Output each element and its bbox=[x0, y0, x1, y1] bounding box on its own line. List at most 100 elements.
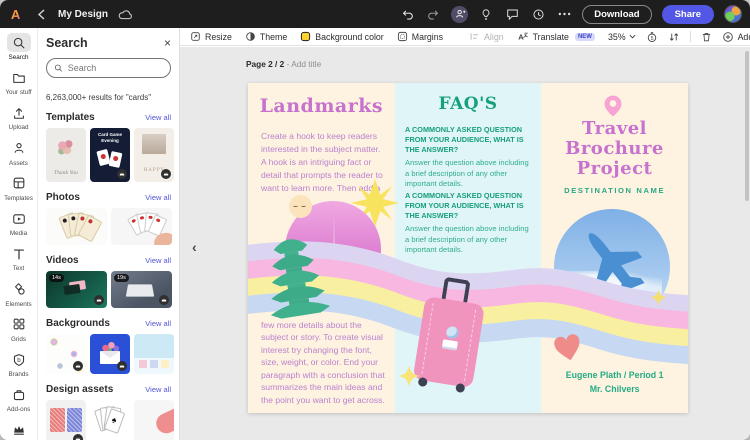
download-button[interactable]: Download bbox=[582, 4, 652, 24]
hand-art bbox=[152, 407, 174, 437]
search-panel: Search × 6,263,000+ results for "cards" … bbox=[38, 28, 180, 440]
sidebar-item-add-ons[interactable]: Add-ons bbox=[0, 385, 38, 413]
photos-view-all-link[interactable]: View all bbox=[145, 193, 171, 202]
zoom-level-value: 35% bbox=[607, 31, 626, 42]
translate-icon: A bbox=[518, 32, 528, 41]
user-avatar[interactable] bbox=[724, 5, 742, 23]
section-photos-title: Photos bbox=[46, 192, 80, 203]
search-panel-title: Search bbox=[46, 36, 88, 50]
ideas-lightbulb-icon[interactable] bbox=[478, 6, 494, 22]
redo-icon[interactable] bbox=[425, 6, 441, 22]
page-title-hint[interactable]: - Add title bbox=[287, 59, 322, 69]
translate-button[interactable]: A Translate NEW bbox=[517, 31, 595, 42]
zoom-level-control[interactable]: 35% bbox=[608, 32, 636, 42]
resize-button[interactable]: Resize bbox=[190, 31, 232, 42]
invite-people-icon[interactable] bbox=[451, 5, 469, 23]
video-thumb-laptop[interactable]: 19s bbox=[111, 271, 172, 308]
page-timer-button[interactable]: 5 bbox=[646, 31, 658, 43]
search-input[interactable] bbox=[67, 63, 163, 73]
template-thumb-card-game-evening[interactable]: Card Game Evening bbox=[90, 128, 130, 182]
context-toolbar: Resize Theme Background color Margins Al… bbox=[180, 28, 750, 46]
sidebar-item-upload[interactable]: Upload bbox=[0, 103, 38, 131]
premium-crown-badge bbox=[73, 434, 83, 440]
location-pin-icon bbox=[604, 95, 622, 117]
results-count: 6,263,000+ results for "cards" bbox=[46, 93, 152, 102]
left-rail: Search Your stuff Upload Assets Template… bbox=[0, 28, 38, 440]
premium-crown-badge bbox=[73, 361, 83, 371]
more-options-icon[interactable] bbox=[556, 6, 572, 22]
premium-crown-badge bbox=[117, 361, 127, 371]
design-assets-view-all-link[interactable]: View all bbox=[145, 385, 171, 394]
asset-thumb-ace-of-spades-fan[interactable]: ♠ bbox=[90, 400, 130, 440]
background-thumb-flower-envelope[interactable] bbox=[90, 334, 130, 374]
background-thumb-rainbow-pattern[interactable] bbox=[46, 334, 86, 374]
flowers-art bbox=[57, 140, 75, 156]
asset-thumb-pink-hand[interactable] bbox=[134, 400, 174, 440]
photo-art bbox=[142, 134, 166, 154]
photo-thumb-playing-cards[interactable] bbox=[46, 208, 107, 245]
credits-text[interactable]: Eugene Plath / Period 1 Mr. Chilvers bbox=[541, 369, 688, 396]
app-window: A My Design Download Share Search Your s… bbox=[0, 0, 750, 440]
pagoda-art[interactable] bbox=[258, 229, 333, 324]
sidebar-item-templates[interactable]: Templates bbox=[0, 174, 38, 202]
sidebar-item-your-stuff[interactable]: Your stuff bbox=[0, 68, 38, 96]
canvas[interactable]: Page 2 / 2 - Add title ‹ Landmarks Creat… bbox=[180, 47, 750, 440]
template-thumb-happy-card[interactable]: HAPPY bbox=[134, 128, 174, 182]
sidebar-item-grids[interactable]: Grids bbox=[0, 315, 38, 343]
destination-name-label[interactable]: DESTINATION NAME bbox=[541, 186, 688, 195]
back-chevron-icon[interactable] bbox=[33, 6, 49, 22]
templates-view-all-link[interactable]: View all bbox=[145, 113, 171, 122]
templates-icon bbox=[7, 174, 31, 193]
landmarks-paragraph-2[interactable]: few more details about the subject or st… bbox=[261, 319, 387, 406]
align-button[interactable]: Align bbox=[469, 31, 504, 42]
premium-crown-icon bbox=[7, 421, 31, 440]
share-button[interactable]: Share bbox=[661, 4, 714, 24]
assets-icon bbox=[7, 139, 31, 158]
previous-page-chevron[interactable]: ‹ bbox=[192, 239, 197, 255]
sidebar-item-elements[interactable]: Elements bbox=[0, 280, 38, 308]
travel-brochure-title[interactable]: Travel Brochure Project bbox=[544, 118, 685, 179]
backgrounds-view-all-link[interactable]: View all bbox=[145, 319, 171, 328]
asset-thumb-card-backs[interactable] bbox=[46, 400, 86, 440]
premium-crown-badge bbox=[117, 169, 127, 179]
background-color-button[interactable]: Background color bbox=[300, 31, 384, 42]
brochure-page[interactable]: Landmarks Create a hook to keep readers … bbox=[248, 83, 688, 413]
videos-view-all-link[interactable]: View all bbox=[145, 256, 171, 265]
timer-icon: 5 bbox=[647, 31, 656, 42]
page-meta[interactable]: Page 2 / 2 - Add title bbox=[246, 59, 321, 69]
delete-page-button[interactable] bbox=[701, 31, 712, 43]
theme-button[interactable]: Theme bbox=[245, 31, 287, 42]
undo-icon[interactable] bbox=[399, 6, 415, 22]
template-thumb-thank-you-card[interactable]: Thank You bbox=[46, 128, 86, 182]
sidebar-item-assets[interactable]: Assets bbox=[0, 139, 38, 167]
sidebar-item-media[interactable]: Media bbox=[0, 209, 38, 237]
margins-button[interactable]: Margins bbox=[397, 31, 443, 42]
sidebar-item-text[interactable]: Text bbox=[0, 244, 38, 272]
search-icon bbox=[6, 33, 31, 52]
sidebar-item-search[interactable]: Search bbox=[0, 33, 38, 61]
premium-crown-badge bbox=[159, 295, 169, 305]
resize-icon bbox=[191, 32, 200, 41]
svg-text:A: A bbox=[10, 7, 20, 22]
add-icon bbox=[722, 31, 733, 42]
adobe-express-logo-icon[interactable]: A bbox=[8, 6, 24, 22]
video-thumb-card-table[interactable]: 14s bbox=[46, 271, 107, 308]
page-number-label: Page 2 / 2 bbox=[246, 59, 285, 69]
reorder-pages-button[interactable] bbox=[668, 31, 680, 43]
version-history-icon[interactable] bbox=[530, 6, 546, 22]
comment-icon[interactable] bbox=[504, 6, 520, 22]
background-thumb-winter-scene[interactable] bbox=[134, 334, 174, 374]
add-ons-icon bbox=[7, 385, 31, 404]
document-title[interactable]: My Design bbox=[58, 9, 108, 20]
sidebar-item-premium-member[interactable]: Premium member bbox=[0, 421, 38, 440]
close-icon[interactable]: × bbox=[164, 37, 171, 49]
photo-thumb-hand-holding-cards[interactable] bbox=[111, 208, 172, 245]
grids-icon bbox=[7, 315, 31, 334]
section-backgrounds-title: Backgrounds bbox=[46, 318, 110, 329]
add-page-button[interactable]: Add bbox=[722, 31, 750, 43]
trash-icon bbox=[702, 32, 710, 41]
card-art bbox=[108, 151, 123, 168]
sidebar-item-brands[interactable]: b Brands bbox=[0, 350, 38, 378]
svg-text:b: b bbox=[17, 357, 21, 364]
canvas-scrollbar[interactable] bbox=[745, 51, 749, 201]
